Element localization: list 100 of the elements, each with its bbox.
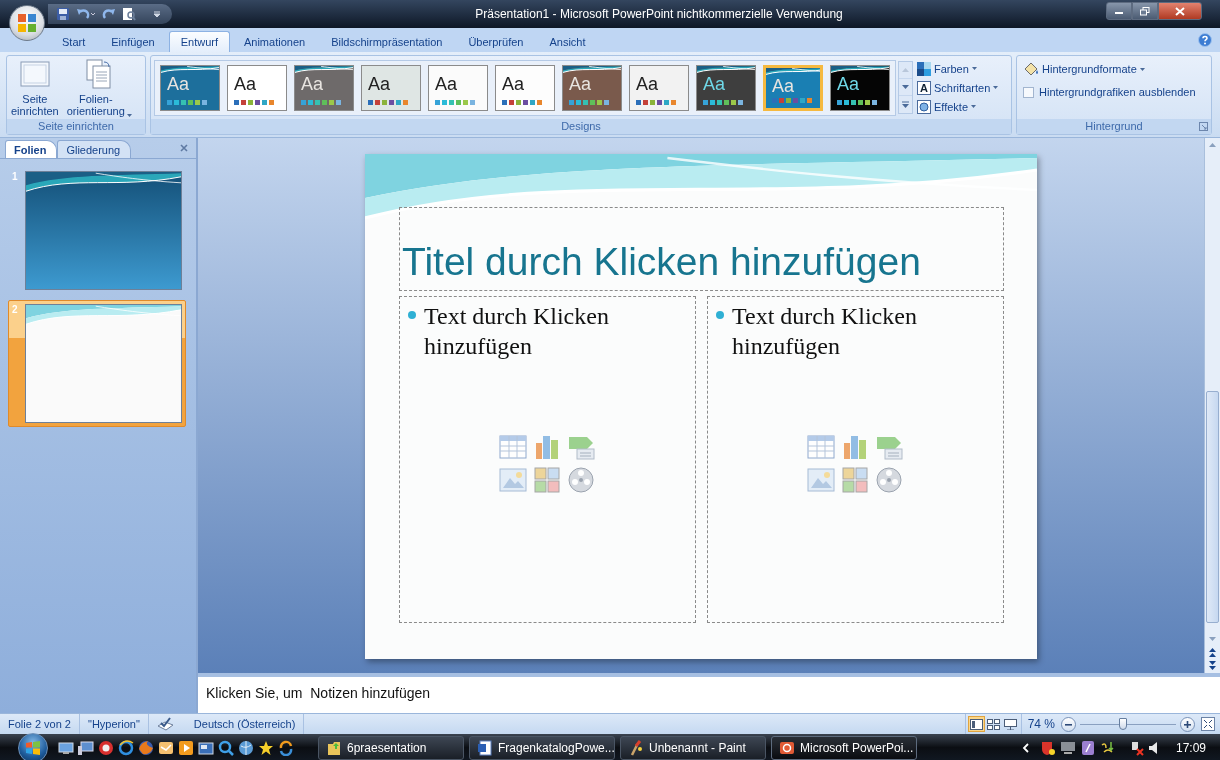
design-option-button[interactable]: A Schriftarten <box>917 80 999 95</box>
ribbon-tab[interactable]: Entwurf <box>168 31 230 52</box>
expand-icon <box>902 101 909 108</box>
theme-thumbnail[interactable]: Aa <box>495 64 555 111</box>
plus-icon <box>1184 720 1191 728</box>
theme-label: Aa <box>636 74 659 93</box>
effects-icon <box>917 99 931 114</box>
zoom-slider-thumb[interactable] <box>1119 717 1128 730</box>
paint-bucket-icon <box>1023 62 1039 76</box>
close-button[interactable] <box>1158 2 1202 20</box>
checkbox[interactable] <box>1023 86 1034 98</box>
theme-thumbnail[interactable]: Aa <box>294 64 354 111</box>
view-button[interactable] <box>984 716 1002 732</box>
wave-drawing <box>697 65 755 74</box>
panel-tab[interactable]: Folien <box>5 140 58 158</box>
browser-icon[interactable] <box>118 739 134 756</box>
save-icon[interactable] <box>56 7 70 21</box>
shield-icon[interactable] <box>1039 739 1056 756</box>
view-button[interactable] <box>967 716 985 732</box>
scroll-down-button[interactable] <box>899 79 912 96</box>
background-styles-button[interactable]: Hintergrundformate <box>1023 62 1196 76</box>
taskbar-button[interactable]: 6praesentation <box>318 735 464 760</box>
design-option-button[interactable]: Farben <box>917 61 999 76</box>
taskbar-button[interactable]: Unbenannt - Paint <box>620 735 766 760</box>
view-button[interactable] <box>1001 716 1019 732</box>
minimize-button[interactable] <box>1106 2 1132 20</box>
theme-label: Aa <box>772 76 795 95</box>
print-preview-icon[interactable] <box>122 7 136 21</box>
vertical-scrollbar[interactable] <box>1204 138 1220 673</box>
window-title: Präsentation1 - Microsoft PowerPoint nichtkommerzielle Verwendung <box>474 7 844 21</box>
group-label: Hintergrund <box>1017 119 1211 134</box>
start-button[interactable] <box>18 732 48 760</box>
lifebuoy-icon[interactable] <box>98 739 114 756</box>
theme-thumbnail[interactable]: Aa <box>562 64 622 111</box>
wave-drawing <box>766 67 820 76</box>
clip-art-icon[interactable] <box>840 466 869 494</box>
theme-thumbnail[interactable]: Aa <box>696 64 756 111</box>
dialog-launcher-icon[interactable] <box>1199 122 1208 131</box>
globe-icon[interactable] <box>238 739 254 756</box>
theme-thumbnail[interactable]: Aa <box>629 64 689 111</box>
theme-label: Aa <box>837 74 860 93</box>
theme-thumbnail[interactable]: Aa <box>428 64 488 111</box>
zoom-out-button[interactable] <box>1061 716 1076 732</box>
close-icon[interactable] <box>180 144 188 152</box>
content-placeholder[interactable]: Text durch Klicken hinzufügen <box>707 296 1004 623</box>
ribbon-tab[interactable]: Animationen <box>231 31 318 52</box>
design-option-button[interactable]: Effekte <box>917 99 999 114</box>
theme-thumbnail[interactable]: Aa <box>763 64 823 111</box>
ribbon-tab[interactable]: Überprüfen <box>456 31 536 52</box>
ribbon-tab[interactable]: Bildschirmpräsentation <box>319 31 455 52</box>
taskbar-button[interactable]: FragenkatalogPowe... <box>469 735 615 760</box>
taskbar-button[interactable]: Microsoft PowerPoi... <box>771 735 917 760</box>
ribbon-button[interactable]: Folien- orientierung <box>64 56 134 119</box>
paintbrush-icon <box>629 739 643 756</box>
computer-icon[interactable] <box>78 739 94 756</box>
clip-art-icon[interactable] <box>532 466 561 494</box>
slide-thumbnail[interactable] <box>24 171 182 290</box>
theme-thumbnail[interactable]: Aa <box>227 64 287 111</box>
ribbon-button[interactable]: Seite einrichten <box>9 56 61 119</box>
theme-thumbnail[interactable]: Aa <box>361 64 421 111</box>
desktop-icon[interactable] <box>58 739 74 756</box>
theme-label: Aa <box>703 74 726 93</box>
windows-switch-icon[interactable] <box>198 739 214 756</box>
undo-icon[interactable] <box>76 7 96 21</box>
zoom-slider[interactable] <box>1080 716 1176 732</box>
monitor-icon[interactable] <box>1059 739 1076 756</box>
clock[interactable]: 17:09 <box>1175 740 1206 755</box>
caret-icon <box>1139 67 1145 71</box>
customize-menu-icon[interactable] <box>152 9 162 19</box>
ribbon-tab[interactable]: Start <box>50 31 98 52</box>
group-label: Designs <box>151 119 1011 134</box>
restore-button[interactable] <box>1132 2 1158 20</box>
fox-globe-icon[interactable] <box>138 739 154 756</box>
up-arrow-icon <box>902 68 909 72</box>
theme-thumbnail[interactable]: Aa <box>160 64 220 111</box>
ribbon-tab[interactable]: Ansicht <box>537 31 598 52</box>
caret-icon <box>971 105 977 108</box>
panel-tab[interactable]: Gliederung <box>57 140 132 158</box>
content-placeholder[interactable]: Text durch Klicken hinzufügen <box>399 296 696 623</box>
magnifier-icon[interactable] <box>218 739 234 756</box>
redo-icon[interactable] <box>102 7 116 21</box>
spell-check-icon[interactable] <box>156 717 174 731</box>
envelope-icon[interactable] <box>158 739 174 756</box>
office-button[interactable] <box>9 5 45 41</box>
title-placeholder[interactable]: Titel durch Klicken hinzufügen <box>399 207 1004 291</box>
sync-arrows-icon[interactable] <box>278 739 294 756</box>
speaker-icon[interactable] <box>1147 739 1158 756</box>
theme-label: Aa <box>368 74 391 93</box>
placeholder-text: Text durch Klicken hinzufügen <box>732 302 918 361</box>
fit-to-window-icon[interactable] <box>1201 717 1215 731</box>
theme-thumbnail[interactable]: Aa <box>830 64 890 111</box>
show-hidden-icons-icon[interactable] <box>1021 742 1030 753</box>
star-icon[interactable] <box>258 739 274 756</box>
ribbon-tab[interactable]: Einfügen <box>99 31 167 52</box>
slide-thumbnail[interactable] <box>24 304 182 423</box>
help-icon[interactable] <box>1198 33 1212 47</box>
document-icon <box>478 739 492 756</box>
restore-icon <box>1140 6 1150 16</box>
play-icon[interactable] <box>178 739 194 756</box>
zoom-in-button[interactable] <box>1180 716 1195 732</box>
